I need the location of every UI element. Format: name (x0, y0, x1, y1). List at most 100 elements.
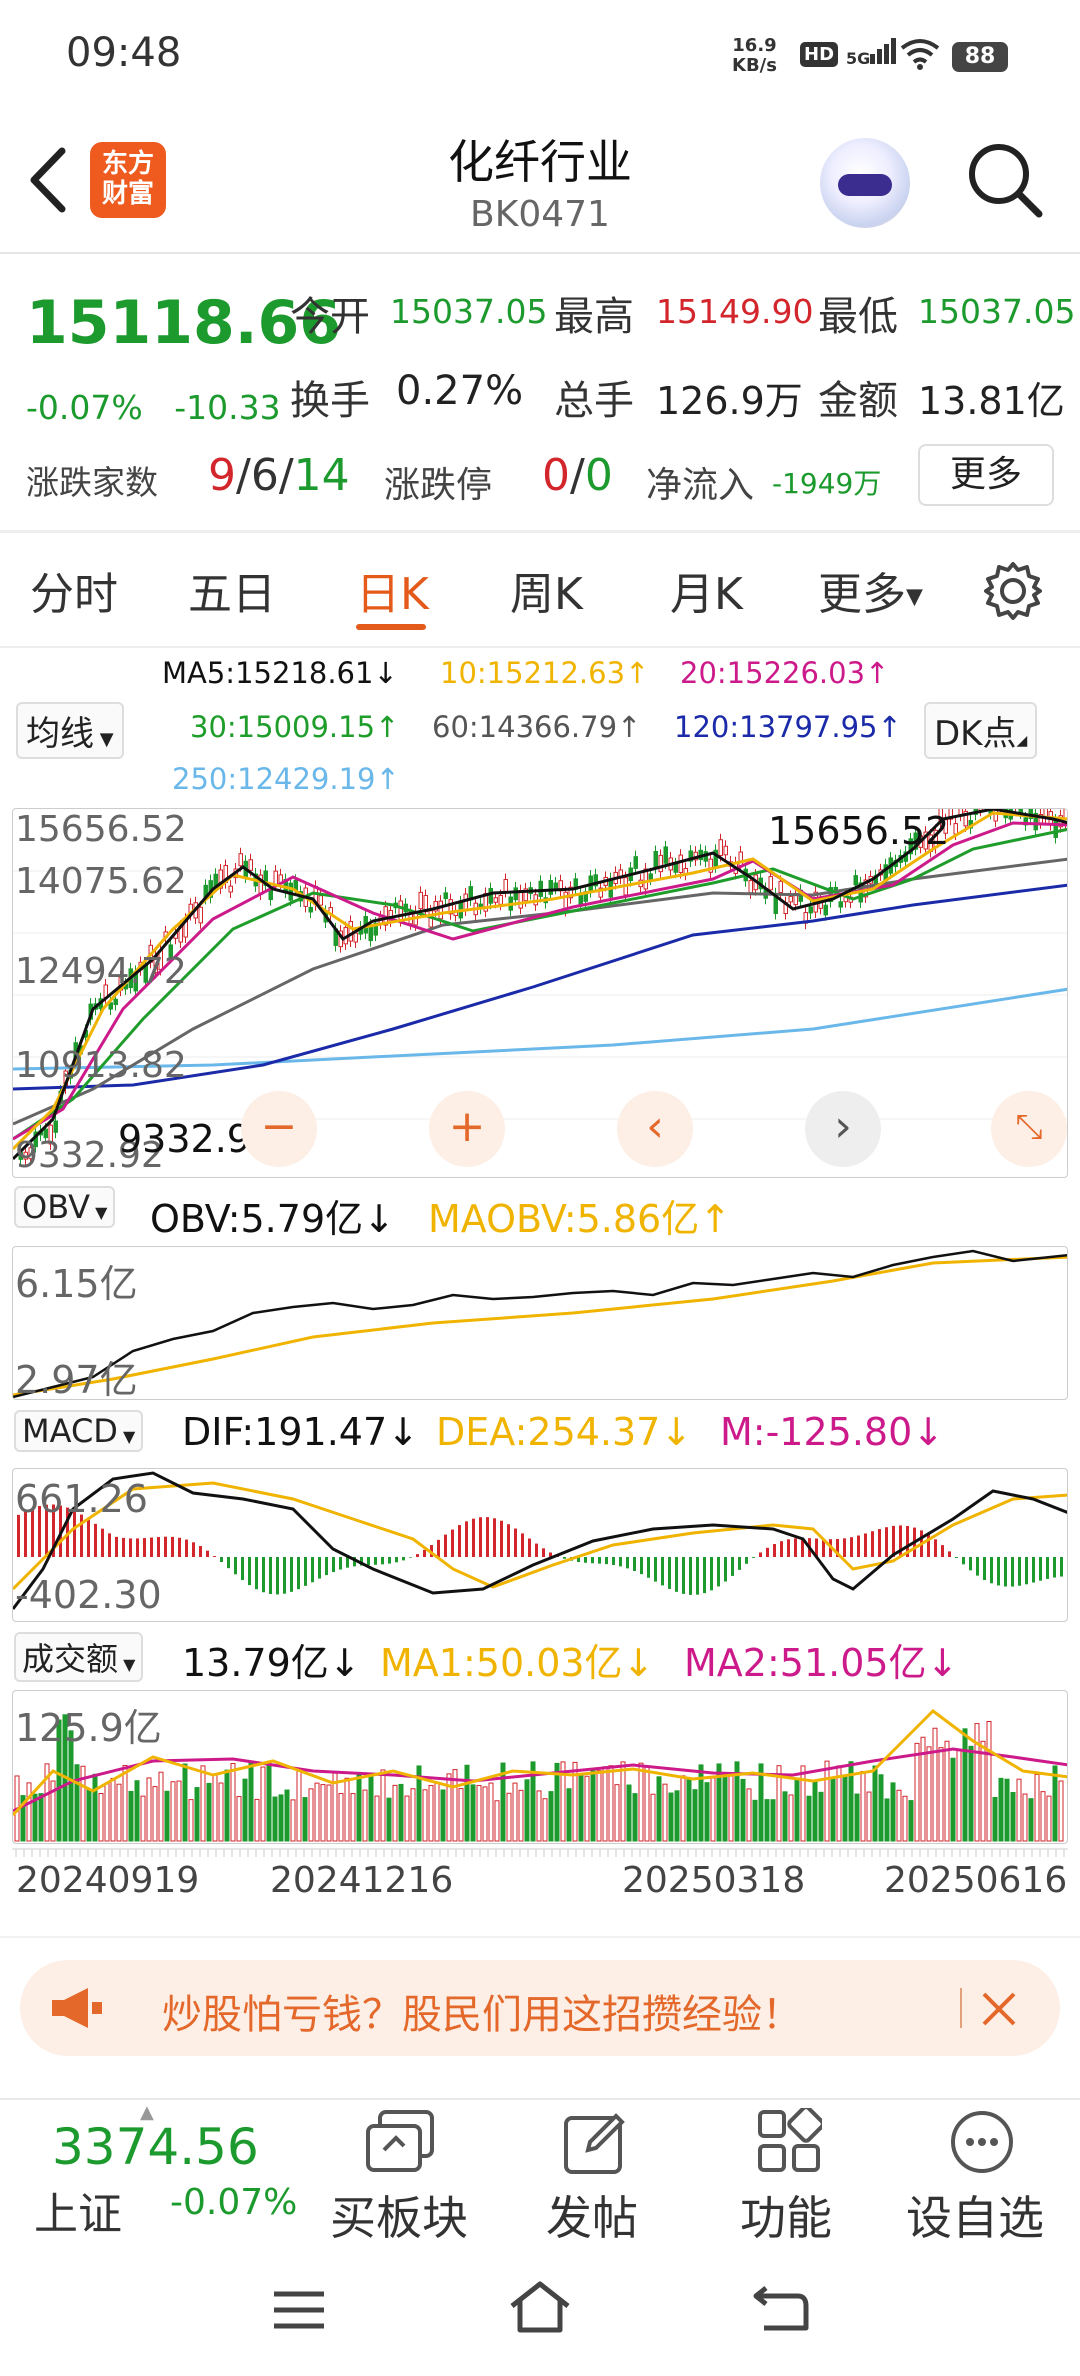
buy-sector-button[interactable]: 买板块 (330, 2182, 468, 2248)
close-icon[interactable] (980, 1990, 1018, 2028)
tab-five-day[interactable]: 五日 (188, 558, 276, 622)
candle (513, 887, 518, 901)
turnover-bar (668, 1792, 674, 1842)
candle (768, 876, 773, 891)
tab-week-k[interactable]: 周K (510, 558, 583, 622)
tab-intraday[interactable]: 分时 (30, 558, 118, 622)
home-icon[interactable] (508, 2280, 572, 2334)
turnover-bar (92, 1773, 98, 1842)
macd-bar (297, 1557, 300, 1590)
dropdown-icon: ▼ (118, 1655, 136, 1674)
macd-bar (969, 1557, 972, 1571)
turnover-bar (698, 1764, 704, 1842)
turnover-bar (686, 1777, 692, 1842)
macd-bar (598, 1557, 601, 1564)
add-watchlist-button[interactable]: 设自选 (906, 2182, 1044, 2248)
turnover-bar (926, 1746, 932, 1842)
turnover-bar (104, 1782, 110, 1842)
index-value[interactable]: 3374.56 (52, 2118, 259, 2176)
macd-bar (206, 1550, 209, 1557)
macd-bar (542, 1548, 545, 1557)
candle (273, 870, 278, 886)
ma10-value: 10:15212.63↑ (440, 656, 650, 690)
macd-bar (675, 1557, 678, 1592)
turnover-bar (392, 1784, 398, 1842)
system-nav-bar (0, 2246, 1080, 2376)
turnover-bar (290, 1799, 296, 1842)
turnover-bar (86, 1788, 92, 1842)
obv-chart[interactable]: 6.15亿 2.97亿 (12, 1246, 1068, 1400)
buy-sector-icon[interactable] (362, 2108, 438, 2178)
macd-bar (1060, 1557, 1063, 1577)
turnover-bar (224, 1769, 230, 1842)
scroll-right-button[interactable]: › (805, 1091, 881, 1167)
index-name[interactable]: 上证 (34, 2178, 122, 2242)
turnover-bar (860, 1770, 866, 1842)
turnover-bar (188, 1799, 194, 1842)
scroll-left-button[interactable]: ‹ (617, 1091, 693, 1167)
candle (648, 873, 653, 880)
candle (488, 888, 493, 904)
turnover-selector[interactable]: 成交额 ▼ (14, 1632, 144, 1682)
macd-chart[interactable]: 661.26 -402.30 (12, 1468, 1068, 1622)
menu-icon[interactable] (272, 2290, 326, 2330)
search-icon[interactable] (965, 140, 1045, 220)
macd-bar (416, 1554, 419, 1557)
turnover-bar (590, 1770, 596, 1842)
back-nav-icon[interactable] (752, 2284, 810, 2334)
turnover-bar (638, 1762, 644, 1842)
post-icon[interactable] (560, 2108, 630, 2178)
macd-bar (1032, 1557, 1035, 1583)
divider (0, 1936, 1080, 1938)
macd-bar (1018, 1557, 1021, 1586)
turnover-bar (890, 1782, 896, 1842)
macd-bar (241, 1557, 244, 1581)
banner-text: 炒股怕亏钱？股民们用这招攒经验！ (162, 1992, 802, 2038)
add-watchlist-icon[interactable] (948, 2108, 1016, 2176)
candle (673, 863, 678, 873)
macd-bar (612, 1557, 615, 1565)
turnover-bar (704, 1782, 710, 1842)
turnover-bar (146, 1777, 152, 1842)
macd-bar (395, 1557, 398, 1563)
candle (633, 856, 638, 869)
active-tab-indicator (356, 624, 426, 630)
post-button[interactable]: 发帖 (546, 2182, 638, 2248)
zoom-in-button[interactable]: + (429, 1091, 505, 1167)
turnover-bar (362, 1789, 368, 1842)
turnover-bar (902, 1795, 908, 1842)
functions-button[interactable]: 功能 (740, 2182, 832, 2248)
turnover-bar (746, 1788, 752, 1842)
tab-day-k[interactable]: 日K (356, 558, 429, 622)
macd-bar (766, 1547, 769, 1557)
turnover-chart[interactable]: 125.9亿 (12, 1690, 1068, 1844)
macd-selector[interactable]: MACD ▼ (14, 1410, 144, 1452)
turnover-bar (158, 1771, 164, 1842)
turnover-bar (218, 1782, 224, 1842)
turnover-bar (296, 1768, 302, 1842)
turnover-bar (884, 1798, 890, 1842)
settings-gear-icon[interactable] (982, 560, 1044, 622)
turnover-bar (74, 1764, 80, 1842)
macd-bar (990, 1557, 993, 1584)
dropdown-icon: ▼ (117, 1427, 136, 1446)
tab-more[interactable]: 更多▼ (818, 558, 923, 622)
zoom-out-button[interactable]: − (241, 1091, 317, 1167)
turnover-bar (614, 1784, 620, 1842)
more-button[interactable]: 更多 (918, 444, 1054, 506)
functions-icon[interactable] (756, 2108, 822, 2174)
turnover-bar (656, 1776, 662, 1842)
macd-bar (871, 1531, 874, 1557)
tab-month-k[interactable]: 月K (670, 558, 743, 622)
ma-selector[interactable]: 均线 ▼ (16, 702, 124, 759)
macd-bar (521, 1533, 524, 1557)
obv-selector-label: OBV (22, 1188, 91, 1226)
fullscreen-icon[interactable]: ⤡ (991, 1091, 1067, 1167)
kline-chart[interactable]: 15656.52 14075.62 12494.72 10913.82 9332… (12, 808, 1068, 1178)
dropdown-icon: ▼ (90, 1203, 108, 1222)
turnover-bar (620, 1761, 626, 1842)
obv-selector[interactable]: OBV ▼ (14, 1186, 116, 1228)
assistant-robot-icon[interactable] (820, 138, 910, 228)
dk-point-button[interactable]: DK点◢ (924, 702, 1038, 759)
turnover-bar (230, 1763, 236, 1842)
